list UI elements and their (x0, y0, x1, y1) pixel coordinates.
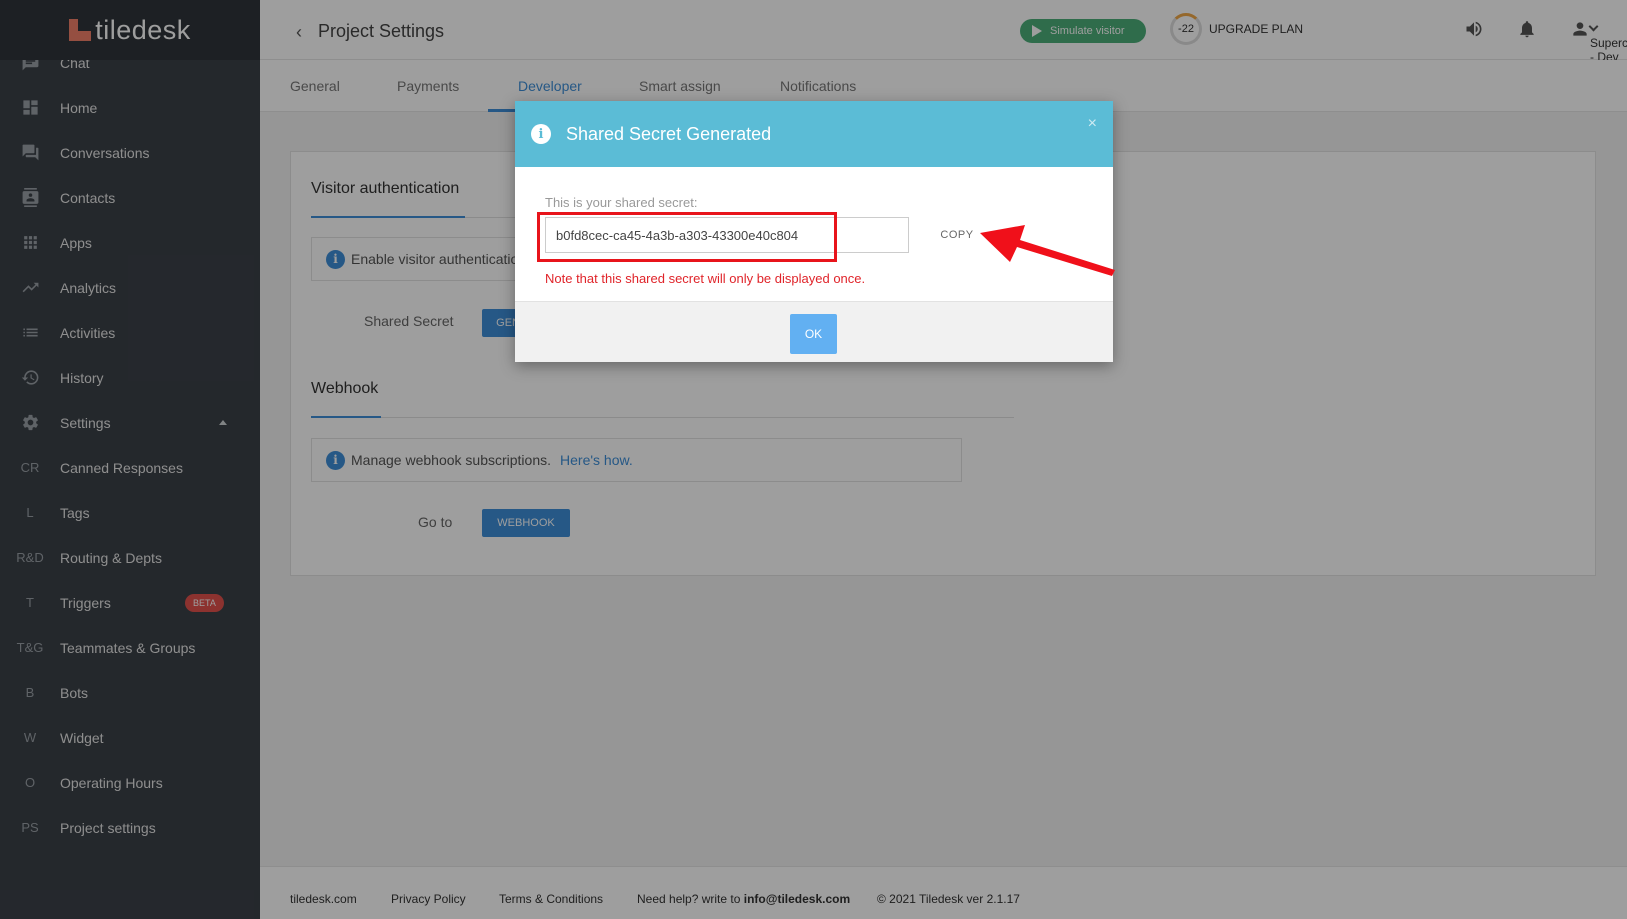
annotation-arrow-icon (980, 225, 1115, 276)
